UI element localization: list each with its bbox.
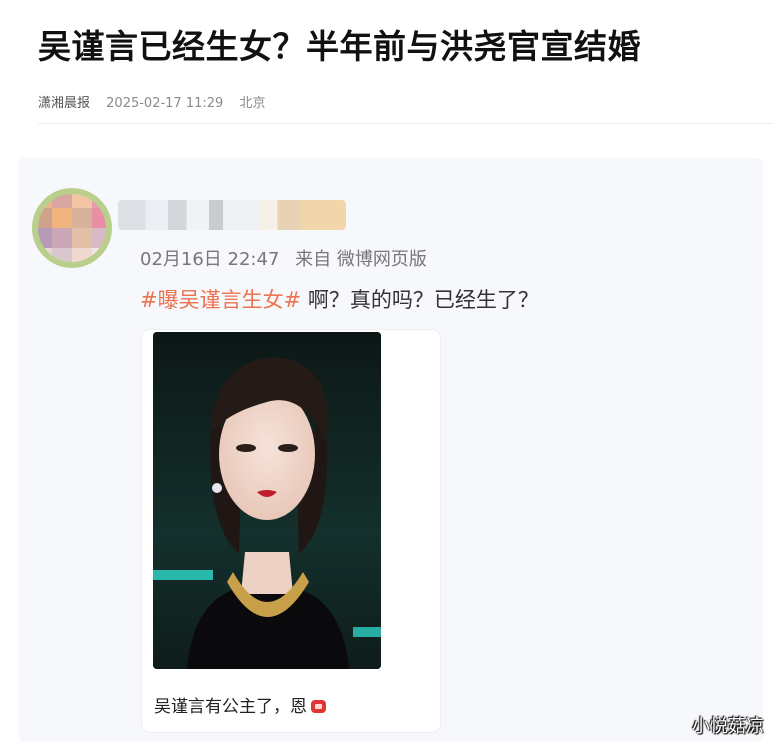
post-hashtag[interactable]: #曝吴谨言生女# [140, 288, 301, 312]
article-location: 北京 [239, 96, 266, 111]
article-source[interactable]: 潇湘晨报 [38, 96, 90, 111]
post-via: 来自 微博网页版 [295, 249, 427, 270]
post-photo[interactable] [153, 332, 381, 669]
article-meta: 潇湘晨报 2025-02-17 11:29 北京 [38, 92, 277, 111]
article-headline: 吴谨言已经生女？半年前与洪尧官宣结婚 [38, 27, 641, 66]
red-emoji-icon [311, 700, 326, 713]
post-text: #曝吴谨言生女# 啊？真的吗？已经生了？ [140, 284, 539, 314]
user-avatar-blurred[interactable] [32, 188, 112, 268]
post-timestamp[interactable]: 02月16日 22:47 [140, 249, 279, 270]
post-meta: 02月16日 22:47 来自 微博网页版 [140, 245, 427, 271]
photo-caption: 吴谨言有公主了，恩 [154, 692, 326, 717]
article-datetime: 2025-02-17 11:29 [106, 96, 224, 111]
watermark: 小悦菇凉 [692, 716, 764, 737]
meta-divider [38, 123, 774, 124]
photo-caption-text: 吴谨言有公主了，恩 [154, 697, 307, 717]
username-blurred[interactable] [118, 200, 346, 230]
post-body: 啊？真的吗？已经生了？ [301, 288, 539, 312]
